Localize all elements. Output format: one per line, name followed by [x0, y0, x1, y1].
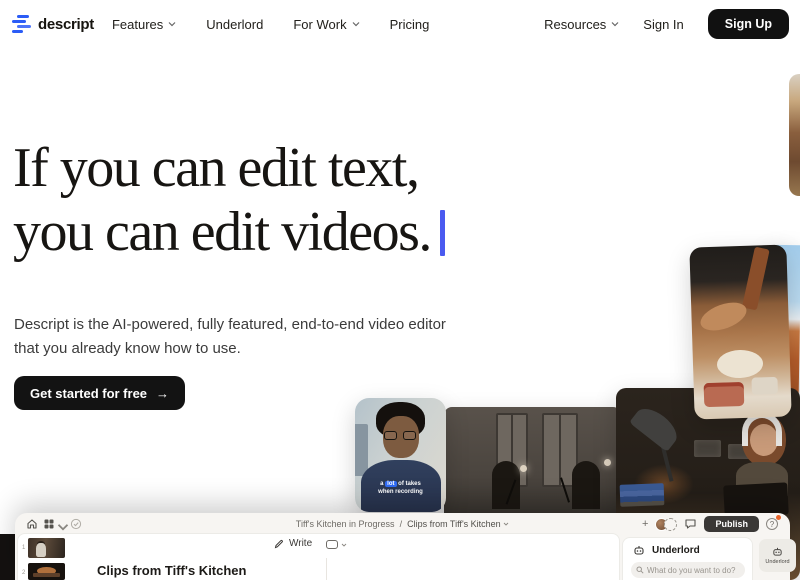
headline-line-2: you can edit videos. [13, 201, 432, 263]
dough [716, 349, 764, 379]
video-clip-talking-head: a lot of takes when recording [355, 398, 446, 512]
red-bowl [703, 381, 745, 408]
hero-headline: If you can edit text, you can edit video… [13, 136, 445, 264]
video-clip-sliver [789, 74, 800, 196]
chevron-down-icon [352, 22, 360, 27]
robot-icon [773, 547, 782, 556]
invite-plus-icon[interactable]: + [642, 518, 648, 530]
editor-divider [326, 558, 327, 580]
descript-logo[interactable]: descript [12, 15, 94, 34]
nav-item-pricing[interactable]: Pricing [390, 17, 430, 32]
clip-index: 1 [22, 545, 26, 551]
descript-logo-icon [12, 15, 31, 34]
background-clip-edge [0, 534, 15, 580]
arrow-right-icon: → [156, 385, 170, 401]
glasses-left-lens [384, 431, 397, 440]
chevron-down-icon [611, 22, 619, 27]
chevron-down-icon [341, 543, 347, 547]
nav-item-underlord[interactable]: Underlord [206, 17, 263, 32]
breadcrumb-project[interactable]: Tiff's Kitchen in Progress [296, 519, 395, 529]
script-editor-panel: 1 2 Clips from Tiff's Kitchen Write [17, 533, 620, 580]
notification-dot [776, 515, 781, 520]
clip-index: 2 [22, 570, 26, 576]
top-nav: descript Features Underlord For Work Pri… [0, 0, 800, 48]
comments-icon[interactable] [684, 518, 697, 530]
sign-in-link[interactable]: Sign In [643, 17, 683, 32]
page: descript Features Underlord For Work Pri… [0, 0, 800, 580]
video-clip-cooking [689, 244, 792, 420]
robot-icon [634, 546, 644, 555]
underlord-title: Underlord [652, 544, 700, 556]
background-monitor [355, 424, 368, 476]
camera-layout-select[interactable] [326, 540, 347, 549]
composition-title[interactable]: Clips from Tiff's Kitchen [97, 563, 246, 578]
chevron-down-icon [168, 22, 176, 27]
clip-thumbnail-2[interactable] [28, 563, 65, 580]
underlord-panel: Underlord [622, 537, 753, 580]
descript-app-window: Tiff's Kitchen in Progress / Clips from … [15, 513, 796, 580]
glasses-right-lens [403, 431, 416, 440]
app-toolbar: Tiff's Kitchen in Progress / Clips from … [15, 513, 790, 534]
chevron-down-icon [503, 522, 509, 526]
help-button-wrap: ? [766, 515, 781, 530]
breadcrumb-current[interactable]: Clips from Tiff's Kitchen [407, 519, 501, 529]
lamp-light [604, 459, 611, 466]
text-cursor [439, 210, 445, 256]
sign-up-button[interactable]: Sign Up [707, 9, 789, 39]
background-monitor [694, 440, 721, 457]
primary-nav: Features Underlord For Work Pricing [112, 17, 429, 32]
lamp-shade [629, 401, 683, 453]
help-icon[interactable]: ? [766, 518, 778, 530]
headline-line-1: If you can edit text, [13, 137, 420, 199]
nav-right-group: Resources Sign In Sign Up [544, 0, 789, 48]
nav-item-features[interactable]: Features [112, 17, 176, 32]
podcaster [572, 461, 600, 509]
caption-highlight: lot [385, 481, 397, 487]
camera-icon [326, 540, 338, 549]
thumbnail-figure [36, 543, 46, 557]
lamp-light [520, 465, 527, 472]
hero-subtitle: Descript is the AI-powered, fully featur… [14, 316, 446, 357]
video-caption: a lot of takes when recording [378, 481, 423, 495]
write-button[interactable]: Write [274, 538, 312, 549]
thumbnail-board [33, 573, 60, 577]
book-stack [619, 483, 665, 507]
get-started-button[interactable]: Get started for free → [14, 376, 186, 410]
clip-thumbnail-1[interactable] [28, 538, 65, 558]
nav-item-resources[interactable]: Resources [544, 17, 619, 32]
pen-icon [274, 539, 283, 548]
underlord-command-input[interactable] [631, 562, 745, 578]
avatar-placeholder[interactable] [664, 517, 678, 531]
toolbar-right-group: + Publish ? [642, 515, 781, 532]
underlord-header: Underlord [633, 544, 700, 556]
publish-button[interactable]: Publish [704, 516, 759, 532]
white-bowl [751, 376, 778, 395]
apron-strap [741, 246, 770, 311]
brand-name: descript [38, 15, 94, 33]
nav-item-for-work[interactable]: For Work [293, 17, 360, 32]
sidebar-tab-underlord[interactable]: Underlord [759, 539, 796, 572]
collaborator-avatars [655, 517, 678, 531]
sidebar-tab-label: Underlord [765, 559, 790, 565]
